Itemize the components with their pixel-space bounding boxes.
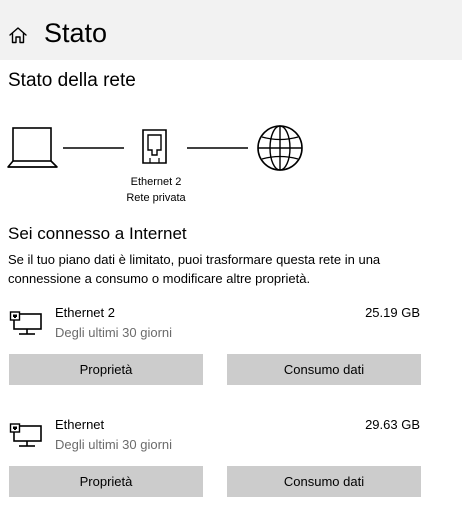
diagram-adapter-name: Ethernet 2 — [130, 176, 182, 188]
properties-button[interactable]: Proprietà — [9, 354, 203, 385]
adapter-row-ethernet-2: Ethernet 2 Degli ultimi 30 giorni 25.19 … — [0, 301, 462, 411]
adapter-period: Degli ultimi 30 giorni — [55, 437, 173, 452]
adapter-period: Degli ultimi 30 giorni — [55, 325, 173, 340]
data-usage-button[interactable]: Consumo dati — [227, 354, 421, 385]
adapter-name: Ethernet 2 — [55, 305, 115, 320]
network-status-title: Stato della rete — [8, 70, 136, 91]
data-usage-button[interactable]: Consumo dati — [227, 466, 421, 497]
laptop-icon — [7, 127, 58, 168]
ethernet-adapter-icon — [9, 311, 42, 335]
diagram-network-type: Rete privata — [126, 192, 186, 204]
ethernet-port-icon — [142, 129, 167, 164]
adapter-data-usage: 25.19 GB — [365, 305, 420, 320]
adapter-row-ethernet: Ethernet Degli ultimi 30 giorni 29.63 GB… — [0, 413, 462, 523]
page-title: Stato — [44, 18, 108, 48]
ethernet-adapter-icon — [9, 423, 42, 447]
header-bar: Stato — [0, 0, 462, 60]
adapter-data-usage: 29.63 GB — [365, 417, 420, 432]
adapter-name: Ethernet — [55, 417, 105, 432]
connection-description: Se il tuo piano dati è limitato, puoi tr… — [8, 252, 381, 286]
properties-button[interactable]: Proprietà — [9, 466, 203, 497]
connection-status-title: Sei connesso a Internet — [8, 224, 187, 243]
globe-icon — [257, 125, 303, 171]
home-icon[interactable] — [8, 25, 28, 45]
network-diagram: Ethernet 2 Rete privata — [0, 118, 330, 210]
